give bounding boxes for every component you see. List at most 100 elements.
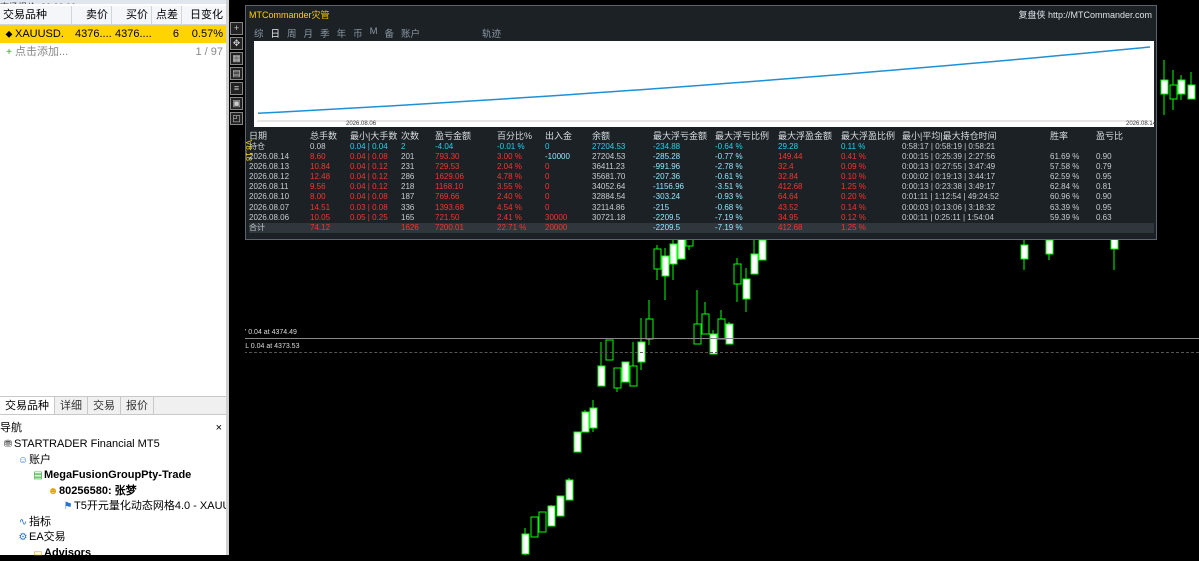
candle-body — [1161, 80, 1168, 94]
table-cell: 63.39 % — [1050, 203, 1096, 213]
nav-item[interactable]: ⚑T5开元量化动态网格4.0 - XAUUSD — [0, 499, 226, 515]
table-cell: 最大浮亏比例 — [715, 130, 778, 142]
period-icon[interactable]: ▤ — [230, 67, 243, 80]
table-cell: -303.24 — [653, 192, 715, 202]
market-watch-row[interactable]: ⬥XAUUSD. 4376.... 4376.... 6 0.57% — [0, 25, 226, 43]
equity-curve-box — [254, 41, 1154, 127]
period-tab[interactable]: 账户 — [401, 26, 420, 40]
buy-position-line[interactable] — [229, 338, 1199, 339]
window-icon[interactable]: ◰ — [230, 112, 243, 125]
tab-ticks[interactable]: 报价 — [121, 397, 154, 414]
table-cell: 0:00:13 | 0:23:38 | 3:49:17 — [902, 182, 1050, 192]
grid-icon[interactable]: ▦ — [230, 52, 243, 65]
table-cell: 3.00 % — [497, 152, 545, 162]
table-cell: 次数 — [401, 130, 435, 142]
tab-symbols[interactable]: 交易品种 — [0, 397, 55, 414]
table-cell: -991.96 — [653, 162, 715, 172]
column-bid[interactable]: 卖价 — [72, 6, 112, 24]
candle-body — [670, 244, 677, 264]
table-cell: 最小|大手数 — [350, 130, 401, 142]
column-ask[interactable]: 买价 — [112, 6, 152, 24]
nav-item[interactable]: ⛃STARTRADER Financial MT5 — [0, 437, 226, 453]
nav-item-label: 账户 — [29, 454, 51, 466]
nav-item[interactable]: ☺账户 — [0, 453, 226, 469]
table-cell: 729.53 — [435, 162, 497, 172]
period-tab[interactable]: 综 — [254, 26, 264, 40]
table-cell: -0.77 % — [715, 152, 778, 162]
panel-title: MTCommander灾管 — [249, 8, 330, 21]
period-tab[interactable]: 周 — [287, 26, 297, 40]
table-cell: 0:00:11 | 0:25:11 | 1:54:04 — [902, 213, 1050, 223]
candle-body — [678, 239, 685, 259]
stack-icon: ⛃ — [2, 437, 14, 453]
sell-position-line[interactable] — [229, 352, 1199, 353]
candle-body — [702, 314, 709, 334]
table-cell: 余额 — [592, 130, 653, 142]
table-cell: 0.90 — [1096, 152, 1126, 162]
candle-body — [574, 432, 581, 452]
template-icon[interactable]: ▣ — [230, 97, 243, 110]
nav-item[interactable]: ▭Advisors — [0, 546, 226, 561]
table-cell: 74.12 — [310, 223, 350, 233]
table-cell: 187 — [401, 192, 435, 202]
market-watch-header: 交易品种 卖价 买价 点差 日变化 — [0, 6, 226, 25]
tab-details[interactable]: 详细 — [55, 397, 88, 414]
table-cell: 0.14 % — [841, 203, 902, 213]
table-cell: 2026.08.14 — [249, 152, 310, 162]
mtcommander-panel: MTCommander灾管 复盘侠 http://MTCommander.com… — [245, 5, 1157, 240]
equity-start-date: 2026.08.06 — [346, 121, 376, 127]
table-cell: 32.84 — [778, 172, 841, 182]
user-icon: ☻ — [47, 484, 59, 500]
period-tab[interactable]: 日 — [271, 26, 281, 40]
table-cell: 0.95 — [1096, 203, 1126, 213]
table-cell: -3.51 % — [715, 182, 778, 192]
table-cell: 32884.54 — [592, 192, 653, 202]
nav-item[interactable]: ☻80256580: 张梦 — [0, 484, 226, 500]
table-cell: 201 — [401, 152, 435, 162]
candle-body — [522, 534, 529, 554]
add-symbol-row[interactable]: +点击添加... 1 / 97 — [0, 44, 226, 60]
list-icon[interactable]: ≡ — [230, 82, 243, 95]
move-icon[interactable]: ✥ — [230, 37, 243, 50]
crosshair-icon[interactable]: + — [230, 22, 243, 35]
panel-link[interactable]: 复盘侠 http://MTCommander.com — [1018, 8, 1152, 21]
nav-item[interactable]: ∿指标 — [0, 515, 226, 531]
period-tab[interactable]: M — [370, 26, 378, 40]
period-tab[interactable]: 备 — [385, 26, 395, 40]
column-spread[interactable]: 点差 — [152, 6, 182, 24]
tab-trading[interactable]: 交易 — [88, 397, 121, 414]
table-cell: 165 — [401, 213, 435, 223]
table-cell: 35681.70 — [592, 172, 653, 182]
table-cell: 0.63 — [1096, 213, 1126, 223]
candle-body — [539, 512, 546, 532]
table-cell: 149.44 — [778, 152, 841, 162]
spread-value: 6 — [152, 25, 182, 43]
close-icon[interactable]: × — [216, 421, 222, 436]
server-icon: ▤ — [32, 468, 44, 484]
period-tab[interactable]: 年 — [337, 26, 347, 40]
table-cell: -4.04 — [435, 142, 497, 152]
table-cell: -0.68 % — [715, 203, 778, 213]
track-tab[interactable]: 轨迹 — [482, 26, 501, 40]
table-cell: 0.04 | 0.12 — [350, 172, 401, 182]
navigator-tree: ⛃STARTRADER Financial MT5☺账户▤MegaFusionG… — [0, 437, 226, 561]
period-tab[interactable]: 币 — [353, 26, 363, 40]
table-cell: 0:00:03 | 0:13:06 | 3:18:32 — [902, 203, 1050, 213]
table-cell: 8.00 — [310, 192, 350, 202]
nav-item[interactable]: ▤MegaFusionGroupPty-Trade — [0, 468, 226, 484]
column-symbol[interactable]: 交易品种 — [0, 6, 72, 24]
table-cell: 3.55 % — [497, 182, 545, 192]
nav-item[interactable]: ⚙EA交易 — [0, 530, 226, 546]
table-cell: -2209.5 — [653, 213, 715, 223]
table-cell: 1.25 % — [841, 182, 902, 192]
table-cell: 最大浮亏金额 — [653, 130, 715, 142]
table-row: 2026.08.1212.480.04 | 0.122861629.064.78… — [249, 172, 1154, 182]
table-cell: 2026.08.10 — [249, 192, 310, 202]
table-cell: 0 — [545, 192, 592, 202]
period-tab[interactable]: 月 — [304, 26, 314, 40]
table-cell: 34052.64 — [592, 182, 653, 192]
table-cell: 0:01:11 | 1:12:54 | 49:24:52 — [902, 192, 1050, 202]
period-tab[interactable]: 季 — [320, 26, 330, 40]
table-cell: 10.05 — [310, 213, 350, 223]
column-change[interactable]: 日变化 — [182, 6, 226, 24]
